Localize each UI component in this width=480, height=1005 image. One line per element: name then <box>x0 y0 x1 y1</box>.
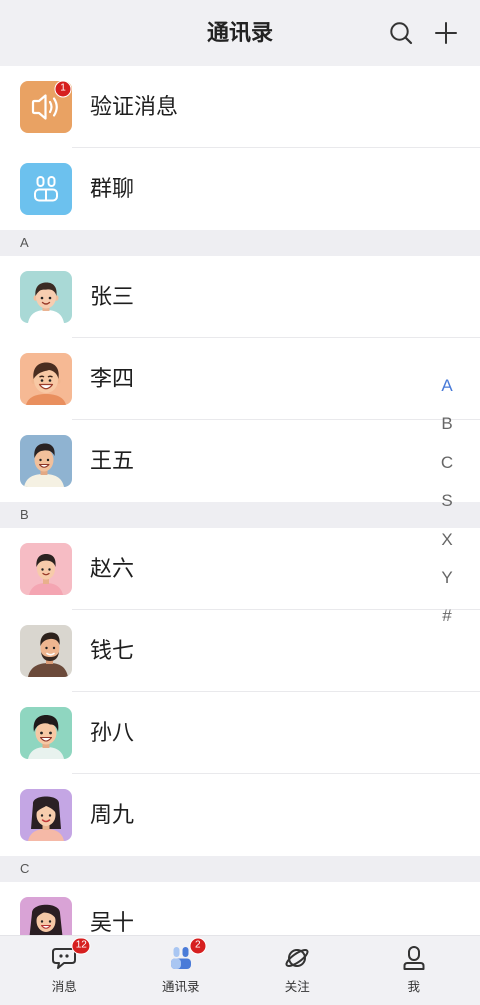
avatar-image <box>28 632 68 677</box>
tab-label: 消息 <box>51 980 77 994</box>
verification-messages-item[interactable]: 1 验证消息 <box>0 66 480 148</box>
tab-messages[interactable]: 12 消息 <box>6 936 123 1005</box>
avatar-image <box>28 796 64 841</box>
contact-name: 周九 <box>90 802 135 827</box>
user-icon <box>403 946 425 970</box>
contact-avatar <box>20 707 72 759</box>
tab-me[interactable]: 我 <box>356 936 473 1005</box>
contact-row[interactable]: 赵六 <box>0 528 480 610</box>
contact-avatar <box>20 271 72 323</box>
index-letter[interactable]: B <box>434 405 460 443</box>
contact-list[interactable]: 1 验证消息 群聊 A 张三 李四 王五 B 赵六 钱七 孙八 周九 C 吴十 <box>0 66 480 935</box>
contact-name: 张三 <box>90 284 135 309</box>
contact-row[interactable]: 李四 <box>0 338 480 420</box>
avatar-image <box>28 715 64 759</box>
item-label: 群聊 <box>90 176 135 201</box>
tab-icon-wrapper: 12 <box>50 937 91 972</box>
tab-label: 通讯录 <box>161 980 200 994</box>
contact-row[interactable]: 王五 <box>0 420 480 502</box>
plus-icon <box>435 22 457 44</box>
avatar-image <box>24 443 64 487</box>
index-letter[interactable]: A <box>434 367 460 405</box>
index-letter[interactable]: S <box>434 482 460 520</box>
tab-contacts[interactable]: 2 通讯录 <box>123 936 240 1005</box>
unread-badge: 1 <box>54 80 72 98</box>
avatar-image <box>26 362 66 405</box>
index-letter[interactable]: # <box>434 597 460 635</box>
bottom-tab-bar: 12 消息 2 通讯录 关注 我 <box>0 935 480 1005</box>
item-label: 验证消息 <box>90 94 179 119</box>
contact-row[interactable]: 吴十 <box>0 882 480 935</box>
tab-icon-wrapper <box>283 944 311 972</box>
contact-name: 钱七 <box>90 638 135 663</box>
contact-name: 王五 <box>90 448 135 473</box>
section-header-a: A <box>0 230 480 256</box>
contact-name: 赵六 <box>90 556 135 581</box>
contact-name: 吴十 <box>90 910 135 935</box>
contact-name: 孙八 <box>90 720 135 745</box>
contact-name: 李四 <box>90 366 135 391</box>
avatar-image <box>29 554 63 595</box>
contact-row[interactable]: 钱七 <box>0 610 480 692</box>
contact-row[interactable]: 张三 <box>0 256 480 338</box>
index-letter[interactable]: Y <box>434 559 460 597</box>
index-letter[interactable]: C <box>434 444 460 482</box>
top-bar: 通讯录 <box>0 0 480 66</box>
contact-row[interactable]: 周九 <box>0 774 480 856</box>
messages-badge: 12 <box>71 937 91 955</box>
planet-icon <box>285 949 309 967</box>
tab-label: 关注 <box>284 980 310 994</box>
tab-label: 我 <box>407 980 420 994</box>
add-button[interactable] <box>434 21 458 45</box>
tab-icon-wrapper: 2 <box>167 937 207 972</box>
avatar-image <box>28 282 64 323</box>
contact-avatar <box>20 353 72 405</box>
contacts-badge: 2 <box>189 937 207 955</box>
group-chats-item[interactable]: 群聊 <box>0 148 480 230</box>
alphabet-index[interactable]: A B C S X Y # <box>434 367 460 636</box>
search-button[interactable] <box>389 21 413 45</box>
contact-avatar <box>20 543 72 595</box>
section-header-c: C <box>0 856 480 882</box>
contact-avatar <box>20 625 72 677</box>
tab-follow[interactable]: 关注 <box>239 936 356 1005</box>
avatar-image <box>29 904 63 935</box>
tab-icon-wrapper <box>400 944 428 972</box>
section-header-b: B <box>0 502 480 528</box>
group-chat-avatar <box>20 163 72 215</box>
contact-row[interactable]: 孙八 <box>0 692 480 774</box>
group-chat-icon <box>34 176 58 202</box>
contact-avatar <box>20 435 72 487</box>
index-letter[interactable]: X <box>434 521 460 559</box>
contact-avatar <box>20 897 72 935</box>
contact-avatar <box>20 789 72 841</box>
search-icon <box>390 22 413 45</box>
